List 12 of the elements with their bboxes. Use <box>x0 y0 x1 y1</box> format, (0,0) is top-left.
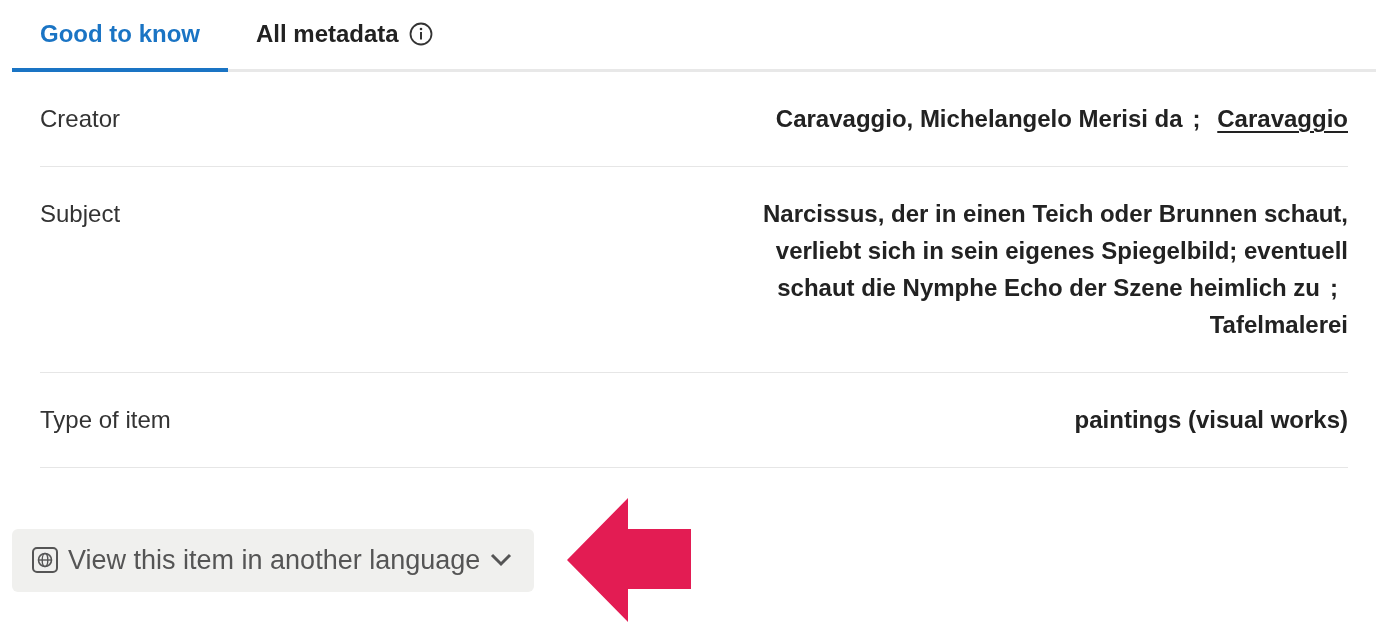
field-label: Subject <box>40 199 121 229</box>
field-value: Caravaggio, Michelangelo Merisi da ; Caravaggio <box>775 104 1348 134</box>
field-label: Creator <box>40 104 121 134</box>
info-icon[interactable] <box>408 22 433 46</box>
tab[interactable]: Good to know <box>12 0 228 72</box>
field-value: paintings (visual works) <box>1074 405 1348 435</box>
language-dropdown-button[interactable]: View this item in another language <box>12 528 535 592</box>
field-value: Narcissus, der in einen Teich oder Brunnen schaut, verliebt sich in sein eigenes Spiegelbild; eventuell schaut die Nymphe Echo der Szene heimlich zu ; Tafelmalerei <box>761 199 1348 340</box>
tab[interactable]: All metadata <box>228 0 461 72</box>
value-link[interactable]: Caravaggio <box>1217 105 1348 132</box>
field-label: Type of item <box>40 405 171 435</box>
globe-icon <box>32 547 58 573</box>
